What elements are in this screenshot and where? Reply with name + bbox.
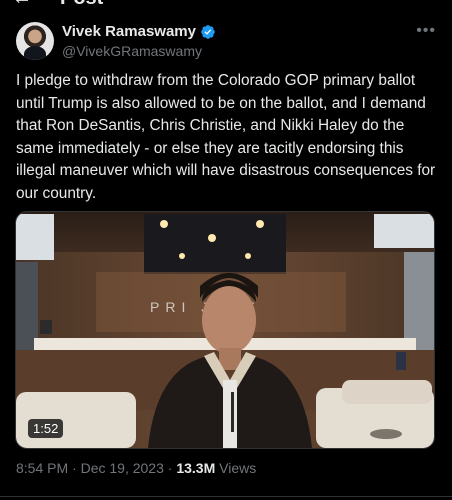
- post-time[interactable]: 8:54 PM: [16, 460, 68, 476]
- author-names: Vivek Ramaswamy @VivekGRamaswamy: [62, 23, 216, 59]
- divider: [0, 496, 452, 497]
- verified-badge-icon: [201, 24, 215, 39]
- top-bar: ← Post: [0, 0, 452, 10]
- tweet-text: I pledge to withdraw from the Colorado G…: [16, 72, 436, 202]
- avatar-body: [24, 46, 46, 60]
- arrow-left-icon[interactable]: ←: [12, 0, 32, 10]
- display-name[interactable]: Vivek Ramaswamy: [62, 23, 196, 40]
- meta-separator-2: ·: [167, 460, 173, 476]
- views-count: 13.3M: [176, 460, 216, 476]
- display-name-row: Vivek Ramaswamy: [62, 23, 216, 40]
- video-frame: PRI JECT: [16, 212, 434, 448]
- meta-separator: ·: [72, 460, 77, 476]
- page-title: Post: [60, 0, 103, 10]
- video-duration: 1:52: [28, 419, 64, 438]
- more-horizontal-icon[interactable]: •••: [416, 22, 436, 40]
- post-meta: 8:54 PM · Dec 19, 2023 · 13.3M Views: [16, 460, 256, 476]
- post-date[interactable]: Dec 19, 2023: [81, 460, 164, 476]
- views-label: Views: [219, 460, 257, 476]
- avatar[interactable]: [16, 22, 54, 60]
- video-player[interactable]: PRI JECT 1:52: [15, 211, 435, 449]
- handle[interactable]: @VivekGRamaswamy: [62, 43, 216, 59]
- author-block: Vivek Ramaswamy @VivekGRamaswamy •••: [16, 22, 436, 62]
